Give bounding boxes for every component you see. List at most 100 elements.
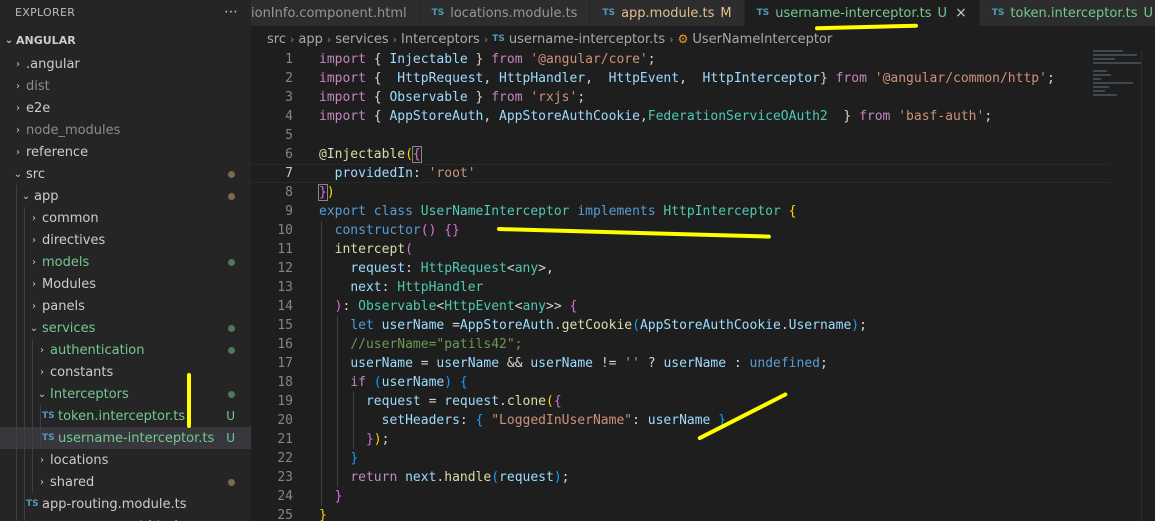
indent-guide	[32, 361, 33, 383]
git-status-badge: U	[226, 409, 235, 423]
code-token: }	[334, 489, 343, 504]
code-line: 24 }	[251, 487, 1111, 506]
close-icon[interactable]: ×	[955, 5, 967, 21]
tree-item[interactable]: › node_modules	[0, 119, 251, 141]
tree-item[interactable]: › Modules	[0, 273, 251, 295]
tree-item[interactable]: ⌄ Interceptors	[0, 383, 251, 405]
tree-item[interactable]: › e2e	[0, 97, 251, 119]
editor-tab[interactable]: ionInfo.component.html	[251, 0, 420, 26]
code-token: '@angular/common/http'	[874, 71, 1047, 86]
breadcrumb-segment[interactable]: app	[298, 32, 322, 47]
code-text: providedIn: 'root'	[319, 166, 476, 181]
chevron-right-icon: ›	[16, 58, 20, 70]
chevron-right-icon: ›	[32, 300, 36, 312]
code-token: import	[319, 90, 374, 105]
code-text: request = request.clone({	[319, 394, 562, 409]
git-status-dot	[228, 479, 235, 486]
tree-item[interactable]: ⌄ src	[0, 163, 251, 185]
line-number: 19	[277, 394, 293, 409]
code-token: userName	[530, 356, 601, 371]
vertical-scrollbar[interactable]	[1141, 50, 1155, 521]
tree-item[interactable]: TS app-routing.module.ts	[0, 493, 251, 515]
minimap[interactable]	[1093, 50, 1143, 110]
tree-item[interactable]: › authentication	[0, 339, 251, 361]
code-token: @Injectable	[319, 147, 406, 162]
code-editor[interactable]: 1 import { Injectable } from '@angular/co…	[251, 50, 1155, 521]
code-text: import { Observable } from 'rxjs';	[319, 90, 585, 105]
code-line: 2 import { HttpRequest, HttpHandler, Http…	[251, 69, 1111, 88]
tree-item[interactable]: › common	[0, 207, 251, 229]
code-token: Observable	[389, 90, 468, 105]
indent-guide	[16, 427, 17, 449]
breadcrumb-segment[interactable]: username-interceptor.ts	[509, 32, 665, 47]
code-token: .	[553, 318, 562, 333]
ellipsis-icon[interactable]: ⋯	[224, 4, 239, 20]
code-token: }	[319, 508, 327, 521]
tree-item[interactable]: ⌄ services	[0, 317, 251, 339]
code-token: ;	[381, 432, 390, 447]
chevron-right-icon: ›	[326, 32, 332, 46]
chevron-right-icon: ›	[16, 102, 20, 114]
code-token: if	[350, 375, 374, 390]
tree-item[interactable]: TS username-interceptor.ts U	[0, 427, 251, 449]
tree-item[interactable]: <>app.component.htmlM	[0, 515, 251, 521]
breadcrumb-segment[interactable]: Interceptors	[401, 32, 480, 47]
tab-label: app.module.ts	[621, 5, 715, 21]
code-token: <	[514, 299, 523, 314]
tree-item[interactable]: › models	[0, 251, 251, 273]
code-token: class	[373, 204, 421, 219]
code-token: {	[373, 52, 390, 67]
indent-guide	[16, 273, 17, 295]
typescript-file-icon: TS	[431, 8, 445, 18]
code-token: request	[444, 394, 500, 409]
line-number: 25	[277, 508, 293, 521]
code-token: }	[819, 71, 836, 86]
code-token: Injectable	[389, 52, 468, 67]
code-line: 25}	[251, 506, 1111, 521]
breadcrumb-segment[interactable]: services	[335, 32, 388, 47]
tree-item-label: services	[42, 320, 96, 336]
code-token: :	[381, 280, 398, 295]
code-token: export	[319, 204, 374, 219]
editor-tab[interactable]: TS app.module.ts M	[590, 0, 745, 26]
code-token: 'basf-auth'	[898, 109, 985, 124]
code-token: from	[835, 71, 875, 86]
code-token: (	[546, 394, 554, 409]
tree-item[interactable]: ⌄ app	[0, 185, 251, 207]
line-number: 11	[277, 242, 293, 257]
editor-tab[interactable]: TS username-interceptor.ts U ×	[744, 0, 980, 26]
tree-item[interactable]: › directives	[0, 229, 251, 251]
tab-label: token.interceptor.ts	[1010, 5, 1138, 21]
code-token: AppStoreAuthCookie	[499, 109, 640, 124]
code-token: userName	[647, 413, 719, 428]
tree-item-label: app-routing.module.ts	[42, 496, 187, 512]
indent-guide	[24, 207, 25, 229]
code-token: .	[499, 394, 507, 409]
code-token: {	[553, 394, 562, 409]
chevron-right-icon: ›	[669, 32, 674, 46]
code-token: from	[859, 109, 899, 124]
code-token: <	[506, 261, 515, 276]
tree-item[interactable]: › constants	[0, 361, 251, 383]
code-token: from	[491, 90, 531, 105]
tree-item[interactable]: › locations	[0, 449, 251, 471]
breadcrumb-segment[interactable]: UserNameInterceptor	[692, 32, 832, 47]
tab-status-badge: U	[1143, 5, 1154, 21]
tree-item[interactable]: › shared	[0, 471, 251, 493]
tree-item[interactable]: TS token.interceptor.ts U	[0, 405, 251, 427]
code-token: ,	[639, 109, 648, 124]
tree-item[interactable]: › panels	[0, 295, 251, 317]
tree-item[interactable]: › dist	[0, 75, 251, 97]
editor-tab[interactable]: TS locations.module.ts	[419, 0, 591, 26]
tree-item[interactable]: › reference	[0, 141, 251, 163]
line-number: 16	[277, 337, 293, 352]
workspace-root[interactable]: ⌄ ANGULAR	[0, 27, 251, 53]
indent-guide	[32, 427, 33, 449]
indent-guide	[24, 317, 25, 339]
tree-item[interactable]: › .angular	[0, 53, 251, 75]
code-token: (	[405, 147, 413, 162]
editor-tab[interactable]: TS token.interceptor.ts U	[979, 0, 1155, 26]
breadcrumb-segment[interactable]: src	[267, 32, 286, 47]
code-token: :	[459, 413, 476, 428]
